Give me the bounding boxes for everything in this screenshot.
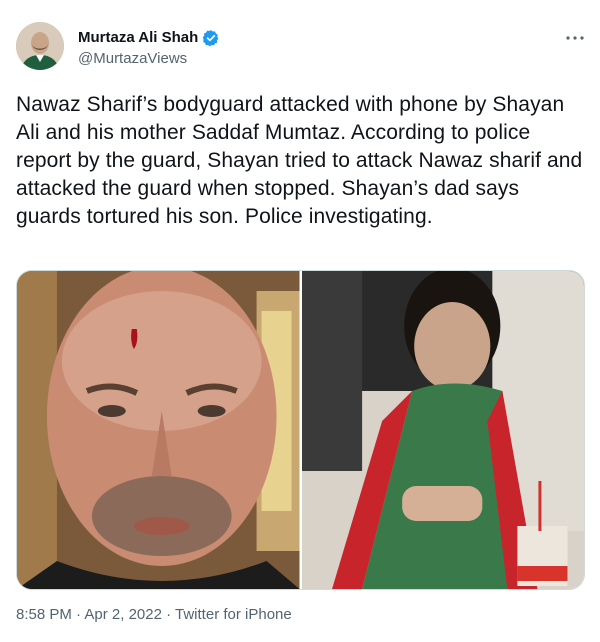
meta-separator-2: · — [161, 606, 176, 623]
author-display-name[interactable]: Murtaza Ali Shah — [78, 29, 220, 47]
tweet-text: Nawaz Sharif’s bodyguard attacked with p… — [16, 93, 583, 228]
meta-separator: · — [71, 606, 85, 623]
tweet-date[interactable]: Apr 2, 2022 — [84, 606, 162, 623]
tweet-time[interactable]: 8:58 PM — [16, 606, 72, 623]
media-grid — [16, 270, 585, 590]
more-options-icon[interactable] — [563, 26, 587, 50]
photo-boy-in-car-with-scarf[interactable] — [301, 271, 584, 589]
avatar[interactable] — [16, 22, 64, 70]
tweet-source[interactable]: Twitter for iPhone — [175, 606, 292, 623]
tweet-meta: 8:58 PM · Apr 2, 2022 · Twitter for iPho… — [16, 606, 292, 624]
verified-badge-icon — [202, 29, 220, 47]
tweet-card: Murtaza Ali Shah @MurtazaViews Nawaz Sha… — [0, 0, 600, 642]
photo-bald-man-cut-forehead[interactable] — [17, 271, 300, 589]
author-handle[interactable]: @MurtazaViews — [78, 50, 187, 68]
author-name-text[interactable]: Murtaza Ali Shah — [78, 29, 198, 47]
